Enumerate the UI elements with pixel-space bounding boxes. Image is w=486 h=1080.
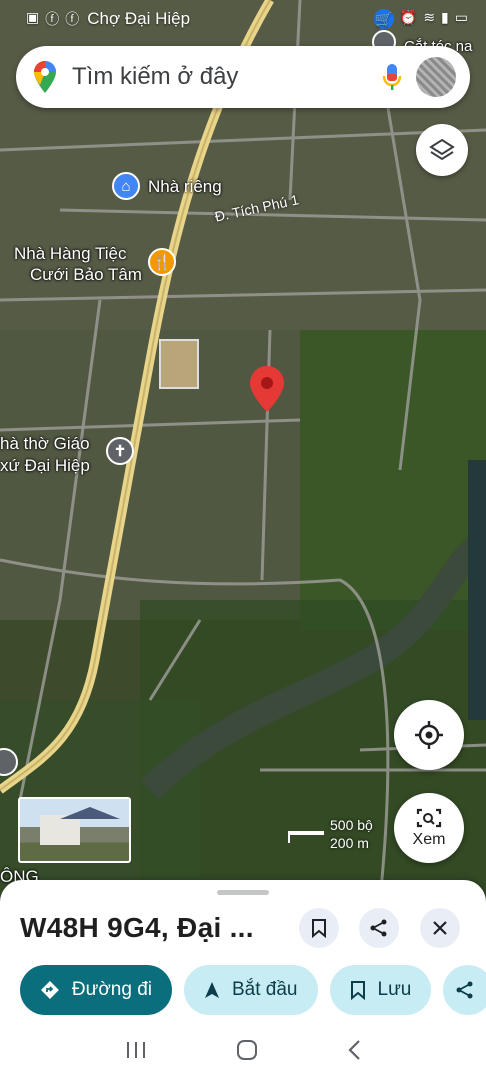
cart-icon: 🛒 <box>373 9 394 29</box>
action-chips: Đường đi Bắt đầu Lưu <box>20 965 486 1015</box>
alarm-icon: ⏰ <box>399 9 418 25</box>
signal-icon: ▮ <box>441 9 449 25</box>
crosshair-icon <box>415 721 443 749</box>
navigation-arrow-icon <box>205 982 219 998</box>
directions-icon <box>40 981 59 999</box>
bookmark-icon <box>350 981 365 1000</box>
restaurant-icon[interactable]: 🍴 <box>148 248 176 276</box>
dropped-pin-icon[interactable] <box>250 366 284 412</box>
place-sheet[interactable]: W48H 9G4, Đại ... Đường đi Bắt đầu Lưu <box>0 880 486 1020</box>
share-icon <box>370 919 387 937</box>
map-view[interactable]: ▣ ⓕ ⓕ Chợ Đại Hiệp 🛒 ⏰ ≋ ▮ ▭ Cắt tóc na … <box>0 0 486 900</box>
back-icon[interactable] <box>347 1039 361 1061</box>
scale-metric: 200 m <box>330 835 369 851</box>
share-icon-button[interactable] <box>359 908 399 948</box>
facebook-icon: ⓕ <box>65 11 80 27</box>
place-title: W48H 9G4, Đại ... <box>20 912 254 943</box>
drag-handle[interactable] <box>217 890 269 895</box>
map-label-home[interactable]: Nhà riêng <box>148 176 222 197</box>
facebook-icon: ⓕ <box>45 11 60 27</box>
status-bar: ▣ ⓕ ⓕ Chợ Đại Hiệp 🛒 ⏰ ≋ ▮ ▭ <box>0 0 486 38</box>
explore-label: Xem <box>412 831 446 848</box>
map-label-restaurant-line2[interactable]: Cưới Bảo Tâm <box>30 264 142 285</box>
recent-apps-icon[interactable] <box>125 1040 147 1060</box>
save-icon-button[interactable] <box>299 908 339 948</box>
app-title: Chợ Đại Hiệp <box>87 9 191 28</box>
close-button[interactable] <box>420 908 460 948</box>
map-label-restaurant-line1[interactable]: Nhà Hàng Tiệc <box>14 243 126 264</box>
search-bar[interactable]: Tìm kiếm ở đây <box>16 46 470 108</box>
map-scale: 500 bộ 200 m <box>288 815 373 851</box>
save-label: Lưu <box>377 979 412 1000</box>
start-button[interactable]: Bắt đầu <box>184 965 318 1015</box>
directions-button[interactable]: Đường đi <box>20 965 172 1015</box>
share-chip-button[interactable] <box>443 965 486 1015</box>
wifi-icon: ≋ <box>423 9 436 25</box>
scale-imperial: 500 bộ <box>330 817 373 833</box>
camera-search-icon <box>416 808 442 828</box>
home-icon[interactable]: ⌂ <box>112 172 140 200</box>
close-icon <box>433 921 447 935</box>
layers-button[interactable] <box>416 124 468 176</box>
image-icon: ▣ <box>26 9 40 25</box>
map-label-church-line1[interactable]: hà thờ Giáo <box>0 433 90 454</box>
save-button[interactable]: Lưu <box>329 965 432 1015</box>
share-icon <box>456 981 473 999</box>
account-avatar[interactable] <box>416 57 456 97</box>
street-view-thumbnail[interactable] <box>18 797 131 863</box>
microphone-icon[interactable] <box>382 62 402 92</box>
home-button-icon[interactable] <box>236 1039 258 1061</box>
bookmark-icon <box>312 919 326 938</box>
church-icon[interactable]: ✝ <box>106 437 134 465</box>
map-label-church-line2[interactable]: xứ Đại Hiệp <box>0 455 90 476</box>
start-label: Bắt đầu <box>232 979 298 1000</box>
search-input[interactable]: Tìm kiếm ở đây <box>72 63 382 91</box>
directions-label: Đường đi <box>71 979 152 1000</box>
system-nav-bar <box>0 1020 486 1080</box>
battery-icon: ▭ <box>454 9 468 25</box>
explore-button[interactable]: Xem <box>394 793 464 863</box>
google-maps-icon <box>34 61 56 93</box>
my-location-button[interactable] <box>394 700 464 770</box>
layers-icon <box>429 138 455 161</box>
